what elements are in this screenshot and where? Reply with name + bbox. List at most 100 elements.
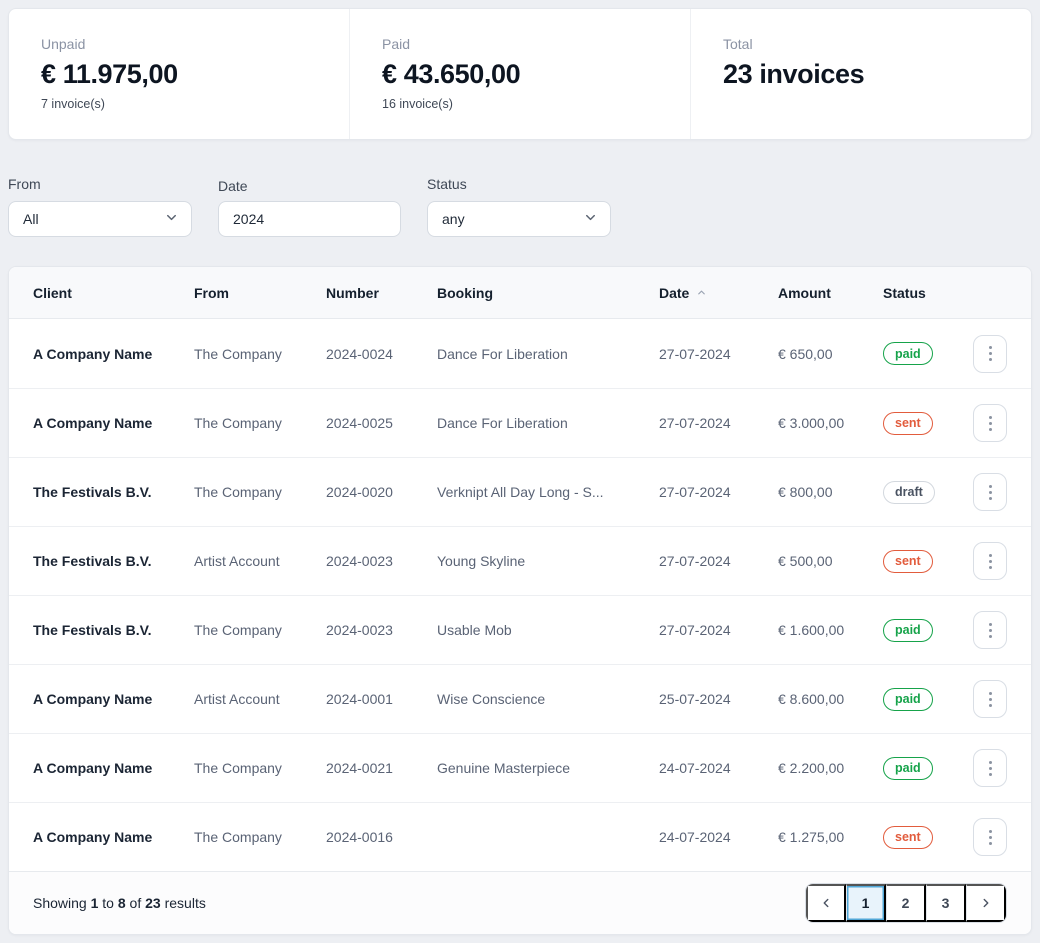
cell-actions — [972, 818, 1007, 856]
kebab-menu-icon — [989, 416, 992, 419]
cell-from: The Company — [194, 484, 326, 500]
row-actions-button[interactable] — [973, 335, 1007, 373]
column-header-client[interactable]: Client — [33, 285, 194, 301]
cell-from: Artist Account — [194, 691, 326, 707]
summary-unpaid: Unpaid € 11.975,00 7 invoice(s) — [9, 9, 349, 139]
cell-status: paid — [883, 757, 972, 780]
kebab-menu-icon — [989, 830, 992, 833]
cell-actions — [972, 404, 1007, 442]
chevron-down-icon — [583, 210, 598, 228]
status-select[interactable]: any — [427, 201, 611, 237]
date-input-wrap — [218, 201, 401, 237]
cell-actions — [972, 680, 1007, 718]
status-badge: paid — [883, 619, 933, 642]
status-badge: sent — [883, 550, 933, 573]
summary-card: Unpaid € 11.975,00 7 invoice(s) Paid € 4… — [8, 8, 1032, 140]
kebab-menu-icon — [989, 346, 992, 349]
page-button-3[interactable]: 3 — [926, 884, 966, 922]
next-page-button[interactable] — [966, 884, 1006, 922]
cell-actions — [972, 335, 1007, 373]
summary-paid: Paid € 43.650,00 16 invoice(s) — [349, 9, 690, 139]
cell-number: 2024-0021 — [326, 760, 437, 776]
cell-client: A Company Name — [33, 760, 194, 776]
table-row: The Festivals B.V. Artist Account 2024-0… — [9, 526, 1031, 595]
column-header-status[interactable]: Status — [883, 285, 972, 301]
kebab-menu-icon — [989, 761, 992, 764]
summary-total-label: Total — [723, 36, 999, 52]
cell-status: draft — [883, 481, 972, 504]
column-header-from[interactable]: From — [194, 285, 326, 301]
cell-client: The Festivals B.V. — [33, 553, 194, 569]
row-actions-button[interactable] — [973, 680, 1007, 718]
from-select-value: All — [23, 211, 39, 227]
cell-number: 2024-0016 — [326, 829, 437, 845]
column-header-amount[interactable]: Amount — [778, 285, 883, 301]
cell-client: A Company Name — [33, 829, 194, 845]
cell-from: The Company — [194, 760, 326, 776]
table-footer: Showing 1 to 8 of 23 results 123 — [9, 871, 1031, 934]
cell-date: 25-07-2024 — [659, 691, 778, 707]
cell-status: sent — [883, 826, 972, 849]
cell-amount: € 2.200,00 — [778, 760, 883, 776]
cell-number: 2024-0025 — [326, 415, 437, 431]
cell-from: Artist Account — [194, 553, 326, 569]
cell-actions — [972, 473, 1007, 511]
column-header-date-label: Date — [659, 285, 689, 301]
row-actions-button[interactable] — [973, 542, 1007, 580]
row-actions-button[interactable] — [973, 473, 1007, 511]
row-actions-button[interactable] — [973, 404, 1007, 442]
cell-client: The Festivals B.V. — [33, 484, 194, 500]
column-header-booking[interactable]: Booking — [437, 285, 659, 301]
status-badge: paid — [883, 757, 933, 780]
cell-amount: € 500,00 — [778, 553, 883, 569]
cell-date: 27-07-2024 — [659, 346, 778, 362]
cell-date: 27-07-2024 — [659, 622, 778, 638]
row-actions-button[interactable] — [973, 749, 1007, 787]
summary-unpaid-count: 7 invoice(s) — [41, 97, 317, 111]
cell-status: sent — [883, 550, 972, 573]
summary-paid-count: 16 invoice(s) — [382, 97, 658, 111]
row-actions-button[interactable] — [973, 818, 1007, 856]
page-button-2[interactable]: 2 — [886, 884, 926, 922]
page-button-1[interactable]: 1 — [846, 884, 886, 922]
table-row: A Company Name The Company 2024-0025 Dan… — [9, 388, 1031, 457]
chevron-right-icon — [979, 896, 993, 910]
cell-client: A Company Name — [33, 346, 194, 362]
cell-amount: € 3.000,00 — [778, 415, 883, 431]
column-header-date[interactable]: Date — [659, 285, 778, 301]
column-header-number[interactable]: Number — [326, 285, 437, 301]
cell-amount: € 1.600,00 — [778, 622, 883, 638]
cell-client: A Company Name — [33, 691, 194, 707]
table-row: A Company Name The Company 2024-0016 24-… — [9, 802, 1031, 871]
cell-booking: Verknipt All Day Long - S... — [437, 484, 659, 500]
cell-from: The Company — [194, 415, 326, 431]
previous-page-button[interactable] — [806, 884, 846, 922]
cell-from: The Company — [194, 829, 326, 845]
results-summary: Showing 1 to 8 of 23 results — [33, 895, 206, 911]
status-badge: sent — [883, 412, 933, 435]
row-actions-button[interactable] — [973, 611, 1007, 649]
cell-booking: Usable Mob — [437, 622, 659, 638]
cell-date: 27-07-2024 — [659, 484, 778, 500]
invoices-page: Unpaid € 11.975,00 7 invoice(s) Paid € 4… — [0, 0, 1040, 943]
cell-status: paid — [883, 619, 972, 642]
kebab-menu-icon — [989, 692, 992, 695]
from-select[interactable]: All — [8, 201, 192, 237]
cell-booking: Wise Conscience — [437, 691, 659, 707]
cell-amount: € 650,00 — [778, 346, 883, 362]
filter-status: Status any — [427, 176, 611, 237]
date-input[interactable] — [233, 202, 388, 236]
status-badge: paid — [883, 688, 933, 711]
summary-total-value: 23 invoices — [723, 59, 999, 90]
filter-status-label: Status — [427, 176, 611, 196]
kebab-menu-icon — [989, 485, 992, 488]
cell-booking: Dance For Liberation — [437, 346, 659, 362]
cell-status: sent — [883, 412, 972, 435]
table-row: A Company Name The Company 2024-0024 Dan… — [9, 319, 1031, 388]
cell-amount: € 8.600,00 — [778, 691, 883, 707]
status-badge: sent — [883, 826, 933, 849]
cell-booking: Dance For Liberation — [437, 415, 659, 431]
status-badge: draft — [883, 481, 935, 504]
kebab-menu-icon — [989, 554, 992, 557]
kebab-menu-icon — [989, 623, 992, 626]
